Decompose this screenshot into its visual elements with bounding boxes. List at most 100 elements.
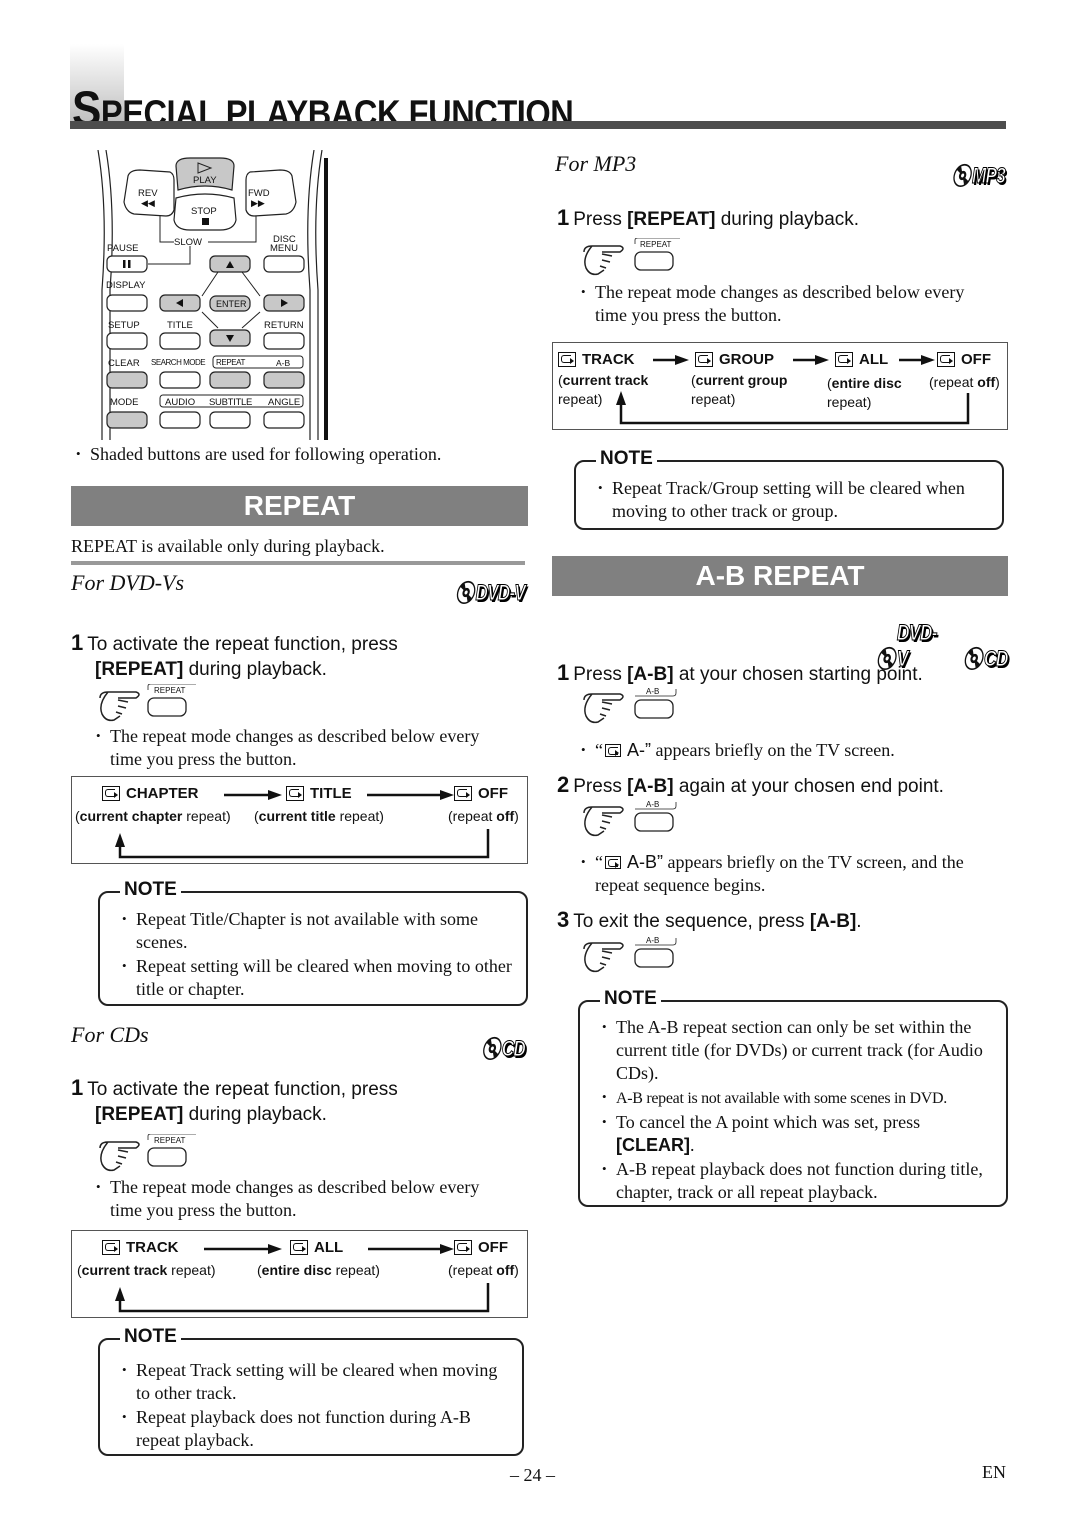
- flow-node-all: ALL: [290, 1239, 343, 1256]
- note-item: The A-B repeat section can only be set w…: [596, 1015, 996, 1085]
- hand-pointing-icon: [583, 938, 677, 973]
- press-ab-button-icon: A-B: [580, 686, 710, 728]
- repeat-icon: [695, 352, 713, 367]
- note-item: Repeat setting will be cleared when movi…: [116, 954, 516, 1001]
- flow-node-group: GROUP: [695, 351, 774, 368]
- flow-node-off: OFF: [454, 1239, 508, 1256]
- flow-node-off: OFF: [937, 351, 991, 368]
- flow-node-chapter: CHAPTER: [102, 785, 199, 802]
- mp3-repeat-flow-diagram: TRACK GROUP ALL OFF (current track repeat…: [552, 342, 1008, 430]
- repeat-icon: [835, 352, 853, 367]
- ab-step-3: 3 To exit the sequence, press [A-B].: [557, 907, 862, 932]
- ab-step-1: 1 Press [A-B] at your chosen starting poi…: [557, 660, 923, 685]
- mp3-logo: 💿︎ MP3: [950, 163, 1006, 189]
- button-label: A-B: [646, 687, 660, 696]
- ab-step-1-bullet: “ A-” appears briefly on the TV screen.: [575, 738, 1005, 762]
- repeat-intro: REPEAT is available only during playback…: [71, 536, 385, 556]
- note-item: Repeat Title/Chapter is not available wi…: [116, 907, 516, 954]
- button-label: A-B: [646, 800, 660, 809]
- repeat-icon: [558, 352, 576, 367]
- dvd-v-logo: 💿︎ DVD-V: [453, 580, 526, 606]
- dvd-heading: For DVD-Vs: [71, 570, 185, 595]
- note-item: A-B repeat playback does not function du…: [596, 1157, 996, 1204]
- return-button: RETURN: [264, 320, 304, 331]
- note-item: Repeat Track/Group setting will be clear…: [592, 476, 992, 523]
- cd-step-1: 1 To activate the repeat function, press …: [71, 1075, 398, 1125]
- clear-button: CLEAR: [108, 358, 140, 369]
- mp3-note: NOTE Repeat Track/Group setting will be …: [574, 448, 1004, 530]
- button-label: REPEAT: [640, 240, 672, 249]
- note-item: Repeat Track setting will be cleared whe…: [116, 1358, 512, 1405]
- mp3-bullet: The repeat mode changes as described bel…: [575, 280, 995, 327]
- cd-bullet: The repeat mode changes as described bel…: [90, 1175, 510, 1222]
- repeat-icon: [102, 786, 120, 801]
- remote-control-illustration: PLAY REV ◀◀ FWD ▶▶ STOP SLOW PAUSE DISC …: [90, 150, 330, 440]
- flow-node-all: ALL: [835, 351, 888, 368]
- enter-button: ENTER: [216, 299, 247, 309]
- audio-button: AUDIO: [165, 397, 196, 408]
- flow-desc-all: (entire disc repeat): [257, 1262, 380, 1278]
- flow-desc-title: (current title repeat): [254, 808, 384, 824]
- stop-button: STOP: [191, 206, 217, 217]
- repeat-icon: [454, 786, 472, 801]
- press-ab-button-icon: A-B: [580, 935, 710, 977]
- dvd-repeat-flow-diagram: CHAPTER TITLE OFF (current chapter repea…: [71, 776, 528, 864]
- display-button: DISPLAY: [106, 280, 146, 291]
- cd-logo: 💿︎ CD: [479, 1036, 526, 1062]
- mp3-step-1: 1 Press [REPEAT] during playback.: [557, 205, 860, 230]
- remote-caption: Shaded buttons are used for following op…: [70, 442, 530, 466]
- note-item: Repeat playback does not function during…: [116, 1405, 512, 1452]
- repeat-icon: [286, 786, 304, 801]
- disc-icon: 💿︎: [479, 1036, 502, 1061]
- dvd-bullet: The repeat mode changes as described bel…: [90, 724, 510, 771]
- button-label: REPEAT: [154, 686, 186, 695]
- setup-button: SETUP: [108, 320, 140, 331]
- press-ab-button-icon: A-B: [580, 799, 710, 841]
- repeat-icon: [937, 352, 955, 367]
- flow-node-track: TRACK: [102, 1239, 179, 1256]
- disc-menu-label-2: MENU: [270, 243, 298, 254]
- angle-button: ANGLE: [268, 397, 301, 408]
- disc-icon: 💿︎: [950, 163, 973, 188]
- ab-step-2-bullet: “ A-B” appears briefly on the TV screen,…: [575, 850, 1005, 897]
- note-item: To cancel the A point which was set, pre…: [596, 1110, 996, 1157]
- ab-repeat-section-header: A-B REPEAT: [552, 556, 1008, 596]
- fwd-icon: ▶▶: [251, 198, 265, 208]
- repeat-icon: [605, 856, 621, 869]
- flow-desc-off: (repeat off): [929, 374, 1000, 390]
- repeat-section-header: REPEAT: [71, 486, 528, 526]
- ab-button: A-B: [276, 358, 291, 368]
- cd-heading: For CDs: [71, 1022, 149, 1047]
- search-mode-button: SEARCH MODE: [151, 358, 206, 367]
- repeat-button: REPEAT: [216, 358, 246, 367]
- subtitle-button: SUBTITLE: [209, 397, 252, 408]
- repeat-icon: [290, 1240, 308, 1255]
- button-label: REPEAT: [154, 1136, 186, 1145]
- repeat-icon: [102, 1240, 120, 1255]
- pause-button: PAUSE: [107, 243, 139, 254]
- language-code: EN: [982, 1462, 1006, 1482]
- ab-repeat-note: NOTE The A-B repeat section can only be …: [578, 988, 1008, 1207]
- play-button: PLAY: [193, 175, 217, 186]
- ab-step-2: 2 Press [A-B] again at your chosen end po…: [557, 772, 944, 797]
- title-button: TITLE: [167, 320, 193, 331]
- note-item: A-B repeat is not available with some sc…: [596, 1085, 996, 1110]
- page-title: SPECIAL PLAYBACK FUNCTION: [72, 80, 574, 138]
- page-number: – 24 –: [510, 1465, 555, 1485]
- flow-desc-off: (repeat off): [448, 1262, 519, 1278]
- cd-note: NOTE Repeat Track setting will be cleare…: [98, 1326, 524, 1456]
- slow-label: SLOW: [174, 237, 202, 248]
- flow-desc-all: (entire disc repeat): [827, 375, 902, 410]
- note-label: NOTE: [120, 1326, 181, 1348]
- repeat-icon: [605, 744, 621, 757]
- dvd-step-1: 1 To activate the repeat function, press …: [71, 630, 398, 680]
- press-repeat-button-icon: REPEAT: [580, 237, 710, 280]
- cd-repeat-flow-diagram: TRACK ALL OFF (current track repeat) (en…: [71, 1230, 528, 1318]
- flow-node-off: OFF: [454, 785, 508, 802]
- note-label: NOTE: [596, 448, 657, 470]
- title-rule: [70, 121, 1006, 129]
- mode-button: MODE: [110, 397, 139, 408]
- press-repeat-button-icon: REPEAT: [96, 1133, 226, 1176]
- flow-desc-off: (repeat off): [448, 808, 519, 824]
- flow-desc-track: (current track repeat): [558, 372, 649, 407]
